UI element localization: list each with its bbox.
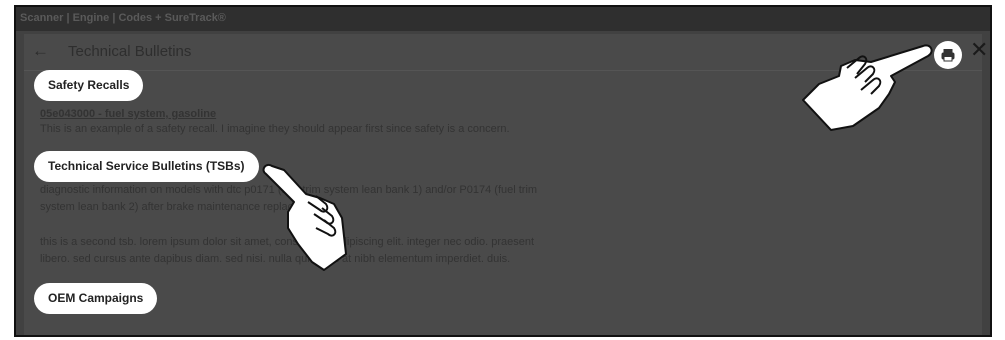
oem-campaigns-tab[interactable]: OEM Campaigns bbox=[34, 283, 158, 314]
pointing-hand-icon-2 bbox=[262, 164, 347, 271]
close-icon[interactable]: ✕ bbox=[970, 39, 988, 61]
window-titlebar: Scanner | Engine | Codes + SureTrack® bbox=[16, 7, 990, 31]
back-arrow-icon[interactable]: ← bbox=[32, 41, 49, 61]
page-title: Technical Bulletins bbox=[68, 43, 192, 60]
recall-description: This is an example of a safety recall. I… bbox=[40, 123, 510, 135]
safety-recalls-tab[interactable]: Safety Recalls bbox=[34, 70, 144, 101]
window-title: Scanner | Engine | Codes + SureTrack® bbox=[20, 12, 226, 24]
pointing-hand-icon bbox=[802, 44, 933, 131]
recall-link[interactable]: 05e043000 - fuel system, gasoline bbox=[40, 108, 216, 120]
tsb-tab[interactable]: Technical Service Bulletins (TSBs) bbox=[34, 151, 259, 182]
